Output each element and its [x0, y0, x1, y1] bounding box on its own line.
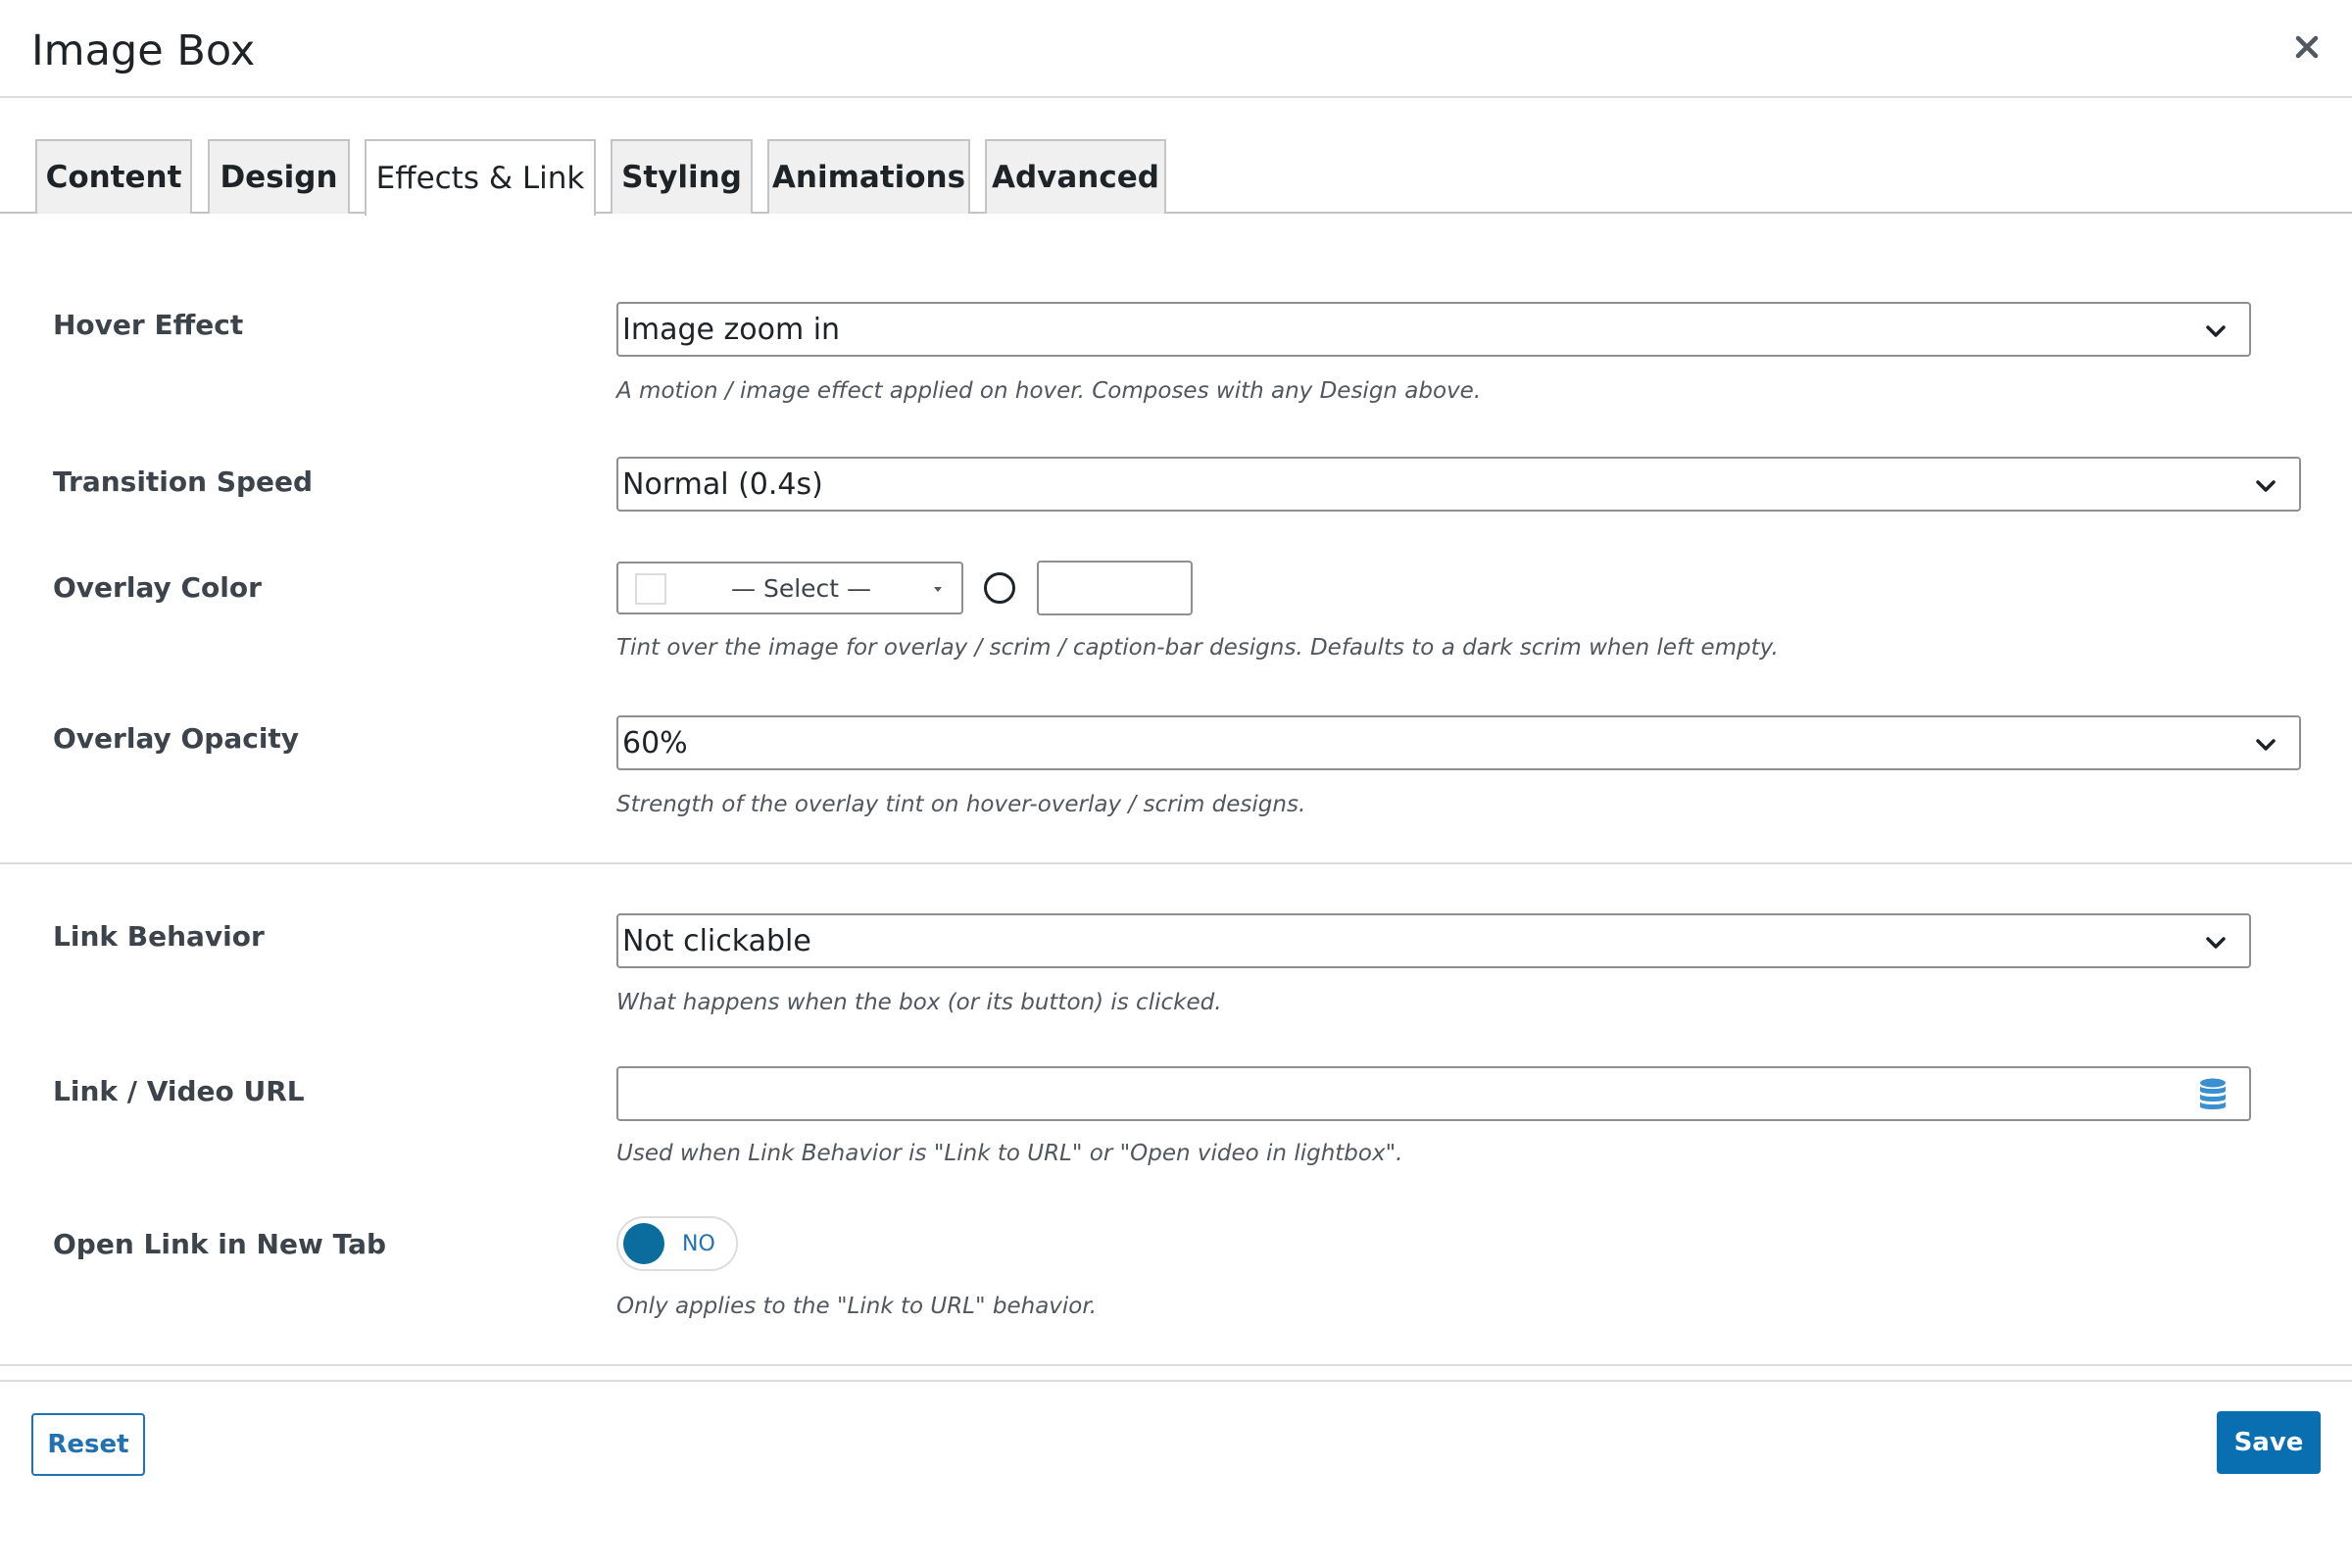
- link-behavior-help: What happens when the box (or its button…: [616, 990, 1222, 1015]
- image-box-dialog: Image Box Content Design Effects & Link …: [0, 0, 2352, 1568]
- reset-button[interactable]: Reset: [31, 1413, 145, 1476]
- hover-effect-help: A motion / image effect applied on hover…: [616, 378, 1482, 404]
- tab-styling[interactable]: Styling: [611, 139, 753, 214]
- chevron-down-icon: [2206, 937, 2226, 949]
- transition-speed-value: Normal (0.4s): [622, 466, 823, 502]
- link-url-help: Used when Link Behavior is "Link to URL"…: [616, 1141, 1403, 1166]
- footer-divider: [0, 1380, 2352, 1382]
- tab-bar: Content Design Effects & Link Styling An…: [0, 98, 2352, 216]
- hover-effect-value: Image zoom in: [622, 312, 841, 347]
- link-url-field: [616, 1066, 2251, 1121]
- save-button[interactable]: Save: [2217, 1411, 2321, 1474]
- caret-down-icon: [934, 587, 942, 592]
- overlay-opacity-label: Overlay Opacity: [53, 722, 300, 755]
- tab-animations[interactable]: Animations: [767, 139, 970, 214]
- open-new-tab-toggle[interactable]: NO: [616, 1216, 738, 1271]
- open-new-tab-label: Open Link in New Tab: [53, 1228, 387, 1260]
- toggle-state-text: NO: [682, 1232, 715, 1256]
- database-icon[interactable]: [2198, 1078, 2228, 1111]
- color-clear-radio[interactable]: [984, 572, 1015, 604]
- color-select-label: — Select —: [731, 574, 872, 603]
- overlay-color-hex-input[interactable]: [1037, 561, 1193, 615]
- tab-effects-link[interactable]: Effects & Link: [365, 139, 596, 216]
- transition-speed-label: Transition Speed: [53, 466, 314, 498]
- tab-design[interactable]: Design: [208, 139, 350, 214]
- overlay-opacity-value: 60%: [622, 725, 688, 760]
- chevron-down-icon: [2256, 739, 2276, 751]
- overlay-color-label: Overlay Color: [53, 571, 262, 604]
- tab-content[interactable]: Content: [35, 139, 192, 214]
- link-behavior-select[interactable]: Not clickable: [616, 913, 2251, 968]
- chevron-down-icon: [2206, 325, 2226, 337]
- link-url-label: Link / Video URL: [53, 1075, 305, 1107]
- link-url-input[interactable]: [624, 1072, 2177, 1117]
- close-icon: [2295, 35, 2319, 59]
- footer-divider-top: [0, 1364, 2352, 1366]
- section-divider: [0, 862, 2352, 864]
- color-swatch: [635, 573, 666, 605]
- overlay-color-select[interactable]: — Select —: [616, 562, 963, 614]
- link-behavior-label: Link Behavior: [53, 920, 265, 953]
- open-new-tab-help: Only applies to the "Link to URL" behavi…: [616, 1294, 1098, 1319]
- overlay-color-help: Tint over the image for overlay / scrim …: [616, 635, 1779, 661]
- overlay-opacity-help: Strength of the overlay tint on hover-ov…: [616, 792, 1306, 817]
- toggle-knob: [623, 1223, 664, 1264]
- dialog-header: Image Box: [0, 0, 2352, 98]
- hover-effect-select[interactable]: Image zoom in: [616, 302, 2251, 357]
- close-button[interactable]: [2285, 25, 2328, 69]
- dialog-title: Image Box: [31, 26, 256, 75]
- tab-advanced[interactable]: Advanced: [985, 139, 1166, 214]
- overlay-opacity-select[interactable]: 60%: [616, 715, 2301, 770]
- link-behavior-value: Not clickable: [622, 923, 811, 958]
- hover-effect-label: Hover Effect: [53, 309, 244, 341]
- transition-speed-select[interactable]: Normal (0.4s): [616, 457, 2301, 512]
- chevron-down-icon: [2256, 480, 2276, 492]
